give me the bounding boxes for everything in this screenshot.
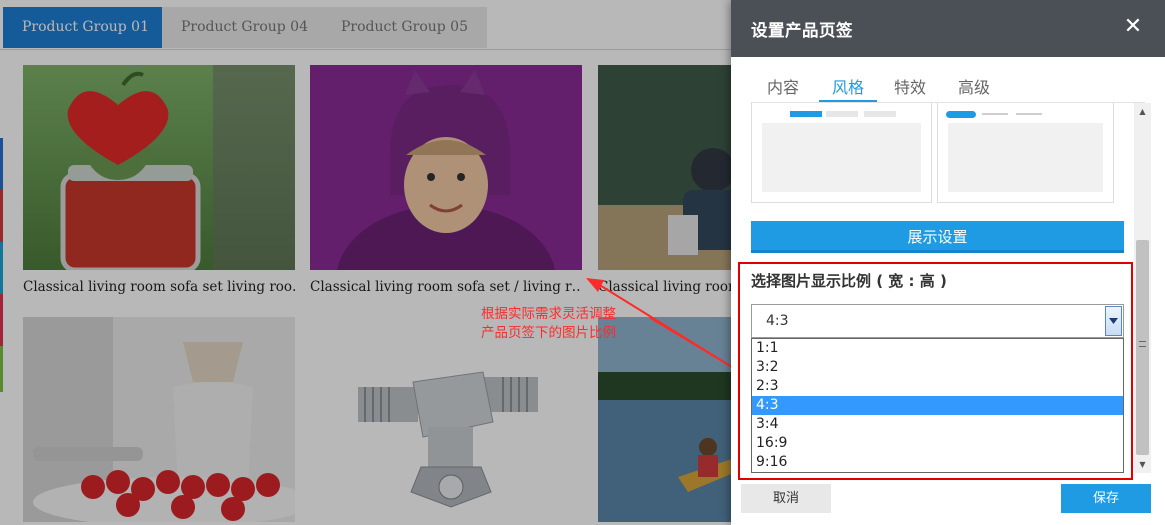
annotation-line-1: 根据实际需求灵活调整 <box>481 306 616 322</box>
scrollbar-thumb[interactable] <box>1136 240 1149 455</box>
dialog-scroll-area: 展示设置 选择图片显示比例 ( 宽 : 高 ) 4:3 1:1 3:2 2:3 … <box>731 103 1165 481</box>
style-preview-body <box>762 123 921 192</box>
ratio-label: 选择图片显示比例 ( 宽 : 高 ) <box>751 272 947 290</box>
ratio-option-2-3[interactable]: 2:3 <box>752 377 1123 396</box>
style-preview-tab <box>864 111 896 117</box>
vertical-scrollbar[interactable]: ▲ ▼ <box>1134 103 1151 473</box>
annotation-text: 根据实际需求灵活调整 产品页签下的图片比例 <box>481 305 616 343</box>
ratio-option-16-9[interactable]: 16:9 <box>752 434 1123 453</box>
grip-icon <box>1139 341 1146 347</box>
show-settings-button[interactable]: 展示设置 <box>751 221 1124 253</box>
style-option-1[interactable] <box>751 103 932 203</box>
chevron-down-icon[interactable] <box>1105 306 1122 336</box>
ratio-option-3-2[interactable]: 3:2 <box>752 358 1123 377</box>
tab-advanced[interactable]: 高级 <box>956 73 992 102</box>
tab-effects[interactable]: 特效 <box>892 73 928 102</box>
ratio-select[interactable]: 4:3 <box>751 304 1124 338</box>
tab-style[interactable]: 风格 <box>819 73 877 102</box>
dialog-tabs: 内容 风格 特效 高级 <box>751 73 1145 103</box>
style-preview-line <box>982 113 1008 115</box>
close-icon[interactable]: ✕ <box>1121 15 1145 39</box>
dialog-title: 设置产品页签 <box>751 21 853 40</box>
ratio-option-9-16[interactable]: 9:16 <box>752 453 1123 472</box>
scroll-up-icon[interactable]: ▲ <box>1134 103 1151 120</box>
annotation-line-2: 产品页签下的图片比例 <box>481 325 616 341</box>
style-preview-body <box>948 123 1103 192</box>
style-preview-line <box>1016 113 1042 115</box>
style-option-2[interactable] <box>937 103 1114 203</box>
style-preview-tab-active <box>790 111 822 117</box>
scroll-down-icon[interactable]: ▼ <box>1134 456 1151 473</box>
ratio-select-value: 4:3 <box>766 313 789 329</box>
style-preview-pill-active <box>946 111 976 118</box>
save-button[interactable]: 保存 <box>1061 484 1151 513</box>
ratio-option-3-4[interactable]: 3:4 <box>752 415 1123 434</box>
ratio-options-list: 1:1 3:2 2:3 4:3 3:4 16:9 9:16 <box>751 338 1124 473</box>
dialog-footer: 取消 保存 <box>731 481 1165 525</box>
style-preview-tab <box>826 111 858 117</box>
dialog-header: 设置产品页签 ✕ <box>731 0 1165 57</box>
settings-dialog: 设置产品页签 ✕ 内容 风格 特效 高级 展示设置 选择图片显示比例 ( 宽 :… <box>731 0 1165 525</box>
ratio-option-1-1[interactable]: 1:1 <box>752 339 1123 358</box>
ratio-option-4-3[interactable]: 4:3 <box>752 396 1123 415</box>
cancel-button[interactable]: 取消 <box>741 484 831 513</box>
tab-content[interactable]: 内容 <box>765 73 801 102</box>
